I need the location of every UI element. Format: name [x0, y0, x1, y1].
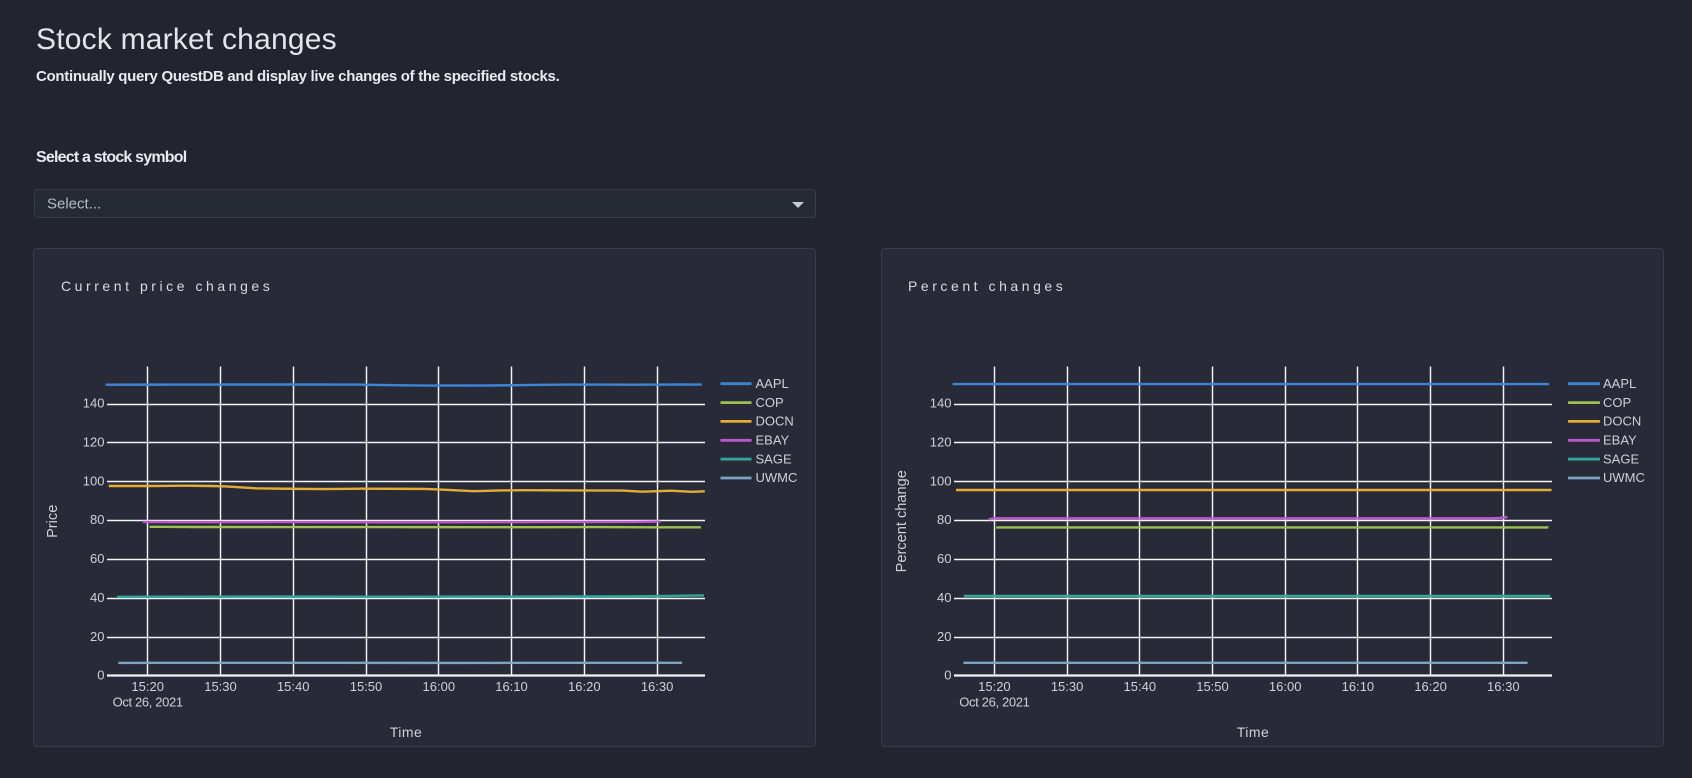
- svg-text:EBAY: EBAY: [756, 433, 790, 448]
- svg-text:60: 60: [937, 551, 951, 566]
- svg-text:Time: Time: [390, 724, 422, 740]
- svg-text:100: 100: [83, 473, 105, 488]
- svg-text:80: 80: [937, 512, 951, 527]
- svg-text:15:30: 15:30: [1051, 679, 1084, 694]
- svg-text:Oct 26, 2021: Oct 26, 2021: [959, 695, 1029, 710]
- svg-text:16:10: 16:10: [495, 679, 528, 694]
- svg-text:COP: COP: [756, 395, 784, 410]
- svg-text:SAGE: SAGE: [756, 451, 792, 466]
- svg-text:15:20: 15:20: [978, 679, 1011, 694]
- svg-text:COP: COP: [1603, 395, 1631, 410]
- svg-text:Percent change: Percent change: [894, 470, 910, 572]
- svg-text:AAPL: AAPL: [756, 376, 789, 391]
- svg-text:140: 140: [83, 396, 105, 411]
- svg-text:80: 80: [90, 512, 104, 527]
- svg-text:Time: Time: [1237, 724, 1269, 740]
- svg-text:EBAY: EBAY: [1603, 433, 1637, 448]
- svg-text:16:10: 16:10: [1342, 679, 1375, 694]
- svg-text:16:20: 16:20: [1414, 679, 1447, 694]
- svg-text:100: 100: [930, 473, 952, 488]
- svg-text:15:50: 15:50: [350, 679, 383, 694]
- svg-text:Current price changes: Current price changes: [61, 278, 273, 294]
- svg-text:20: 20: [90, 629, 104, 644]
- svg-text:40: 40: [937, 590, 951, 605]
- svg-text:UWMC: UWMC: [1603, 470, 1645, 485]
- svg-text:15:40: 15:40: [277, 679, 310, 694]
- svg-text:40: 40: [90, 590, 104, 605]
- svg-text:15:40: 15:40: [1124, 679, 1157, 694]
- svg-text:120: 120: [83, 435, 105, 450]
- svg-text:DOCN: DOCN: [1603, 414, 1641, 429]
- svg-text:Price: Price: [45, 505, 61, 538]
- svg-text:Percent changes: Percent changes: [908, 278, 1066, 294]
- svg-text:16:00: 16:00: [423, 679, 456, 694]
- svg-text:AAPL: AAPL: [1603, 376, 1636, 391]
- svg-text:120: 120: [930, 435, 952, 450]
- svg-text:16:00: 16:00: [1269, 679, 1302, 694]
- svg-text:0: 0: [944, 668, 951, 683]
- svg-text:15:20: 15:20: [131, 679, 164, 694]
- svg-text:60: 60: [90, 551, 104, 566]
- svg-text:16:30: 16:30: [1487, 679, 1520, 694]
- svg-text:15:30: 15:30: [204, 679, 237, 694]
- svg-text:20: 20: [937, 629, 951, 644]
- svg-text:15:50: 15:50: [1196, 679, 1229, 694]
- svg-text:140: 140: [930, 396, 952, 411]
- svg-text:16:30: 16:30: [641, 679, 674, 694]
- svg-text:16:20: 16:20: [568, 679, 601, 694]
- svg-text:SAGE: SAGE: [1603, 451, 1639, 466]
- svg-text:0: 0: [97, 668, 104, 683]
- svg-text:DOCN: DOCN: [756, 414, 794, 429]
- svg-text:UWMC: UWMC: [756, 470, 798, 485]
- svg-text:Oct 26, 2021: Oct 26, 2021: [113, 695, 183, 710]
